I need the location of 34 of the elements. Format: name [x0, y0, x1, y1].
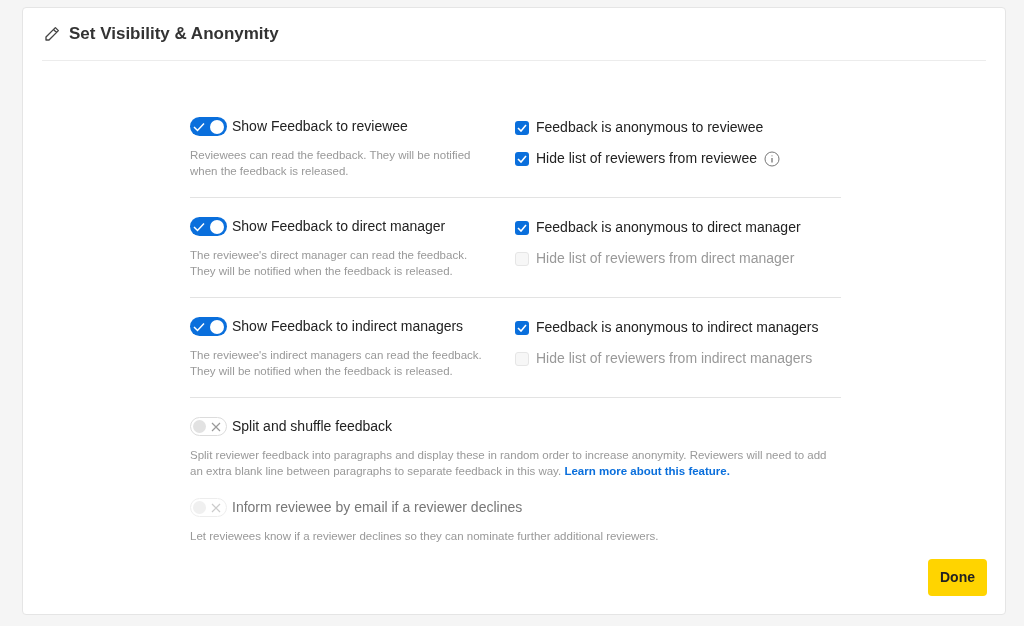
checkbox-label: Feedback is anonymous to reviewee [536, 118, 764, 137]
checkbox-label: Hide list of reviewers from reviewee [536, 149, 757, 168]
checkbox-label: Feedback is anonymous to indirect managers [536, 318, 819, 337]
description: Split reviewer feedback into paragraphs and display these in random order to increase anonymity. Reviewers will need to add an extra blank line between paragraphs to separate feedback in this way. Learn more about this feature. [190, 448, 828, 479]
description: The reviewee's direct manager can read the feedback. They will be notified when the feedback is released. [190, 248, 469, 279]
toggle-label: Split and shuffle feedback [232, 417, 393, 436]
description: Reviewees can read the feedback. They will be notified when the feedback is released. [190, 148, 472, 179]
checkbox-label: Hide list of reviewers from indirect managers [536, 349, 813, 368]
close-icon [211, 502, 221, 513]
toggle-switch[interactable] [190, 117, 227, 136]
checkbox[interactable] [515, 220, 529, 235]
pencil-icon [43, 25, 61, 43]
learn-more-link[interactable]: Learn more about this feature. [564, 465, 730, 477]
checkbox-label: Hide list of reviewers from direct manager [536, 249, 795, 268]
toggle-label: Show Feedback to indirect managers [232, 317, 464, 336]
done-button[interactable]: Done [928, 559, 987, 596]
checkbox-label: Feedback is anonymous to direct manager [536, 218, 801, 237]
description: Let reviewees know if a reviewer declines so they can nominate further additional reviewers. [190, 529, 660, 544]
checkbox[interactable] [515, 120, 529, 135]
checkbox[interactable] [515, 151, 529, 166]
info-icon[interactable] [763, 150, 780, 167]
toggle-switch[interactable] [190, 217, 227, 236]
dialog-title: Set Visibility & Anonymity [69, 23, 279, 46]
toggle-switch[interactable] [190, 417, 227, 436]
toggle-label: Inform reviewee by email if a reviewer declines [232, 498, 523, 517]
checkbox[interactable] [515, 320, 529, 335]
toggle-switch[interactable] [190, 317, 227, 336]
close-icon [211, 421, 221, 432]
toggle-label: Show Feedback to reviewee [232, 117, 408, 136]
check-icon [193, 321, 205, 332]
description: The reviewee's indirect managers can read the feedback. They will be notified when the feedback is released. [190, 348, 483, 379]
check-icon [193, 221, 205, 232]
check-icon [193, 121, 205, 132]
toggle-label: Show Feedback to direct manager [232, 217, 446, 236]
